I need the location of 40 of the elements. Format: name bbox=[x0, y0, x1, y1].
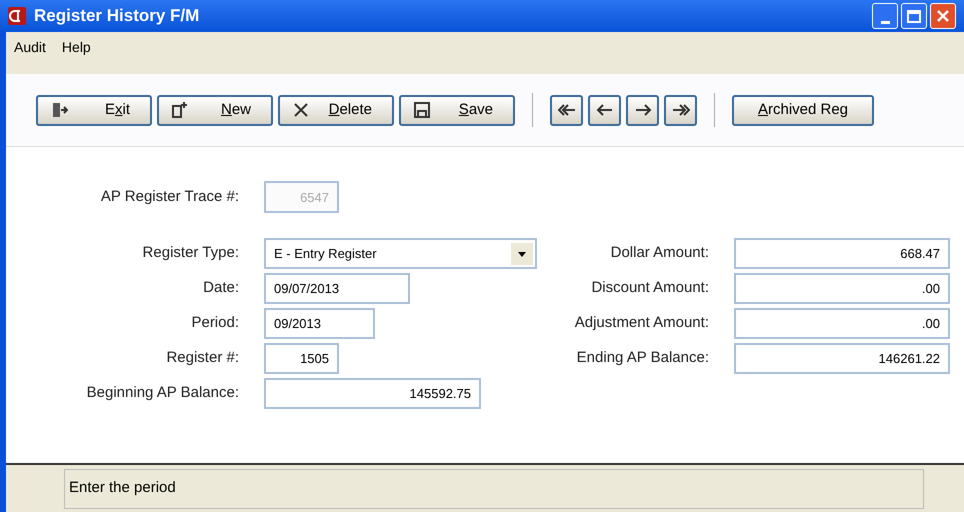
amount-field[interactable]: .00 bbox=[734, 308, 950, 339]
field-label: Register #: bbox=[165, 348, 239, 368]
navigation-button[interactable] bbox=[550, 94, 583, 126]
close-button[interactable] bbox=[930, 3, 956, 29]
field-label: AP Register Trace #: bbox=[100, 186, 239, 207]
menu-item[interactable]: Audit bbox=[14, 36, 46, 58]
amount-field[interactable]: .00 bbox=[734, 273, 950, 304]
navigation-button[interactable] bbox=[626, 94, 659, 126]
text-field[interactable]: 09/2013 bbox=[264, 308, 375, 339]
navigation-button[interactable] bbox=[664, 94, 697, 126]
amount-field[interactable]: 668.47 bbox=[734, 238, 950, 269]
amount-field[interactable]: 146261.22 bbox=[734, 343, 950, 374]
minimize-button[interactable] bbox=[872, 3, 898, 29]
delete-x-icon bbox=[292, 101, 310, 119]
navigation-button[interactable] bbox=[588, 94, 621, 126]
status-message: Enter the period bbox=[64, 468, 924, 508]
window-title: Register History F/M bbox=[34, 5, 200, 28]
menu-item[interactable]: Help bbox=[62, 36, 91, 58]
field-label: Ending AP Balance: bbox=[576, 348, 709, 368]
toolbar-button[interactable]: Delete bbox=[278, 94, 394, 126]
archived-button[interactable]: Archived Reg bbox=[732, 94, 874, 126]
text-field[interactable]: 09/07/2013 bbox=[264, 273, 410, 304]
register-type-dropdown[interactable]: E - Entry Register bbox=[264, 238, 537, 269]
text-field[interactable]: 145592.75 bbox=[264, 378, 481, 409]
field-label: Beginning AP Balance: bbox=[86, 383, 239, 404]
field-label: Register Type: bbox=[142, 243, 239, 264]
new-document-icon bbox=[171, 101, 189, 119]
toolbar-button[interactable]: Exit bbox=[36, 94, 152, 126]
toolbar-button[interactable]: Save bbox=[399, 94, 515, 126]
field-label: Period: bbox=[190, 313, 239, 334]
close-icon bbox=[936, 9, 950, 23]
maximize-button[interactable] bbox=[901, 3, 927, 29]
text-field[interactable]: 1505 bbox=[264, 343, 339, 374]
field-label: Discount Amount: bbox=[590, 278, 709, 298]
field-label: Adjustment Amount: bbox=[574, 313, 709, 334]
exit-door-icon bbox=[50, 101, 68, 119]
field-label: Date: bbox=[202, 278, 239, 298]
app-logo-icon bbox=[8, 7, 26, 25]
field-label: Dollar Amount: bbox=[610, 243, 709, 264]
toolbar-button[interactable]: New bbox=[157, 94, 273, 126]
